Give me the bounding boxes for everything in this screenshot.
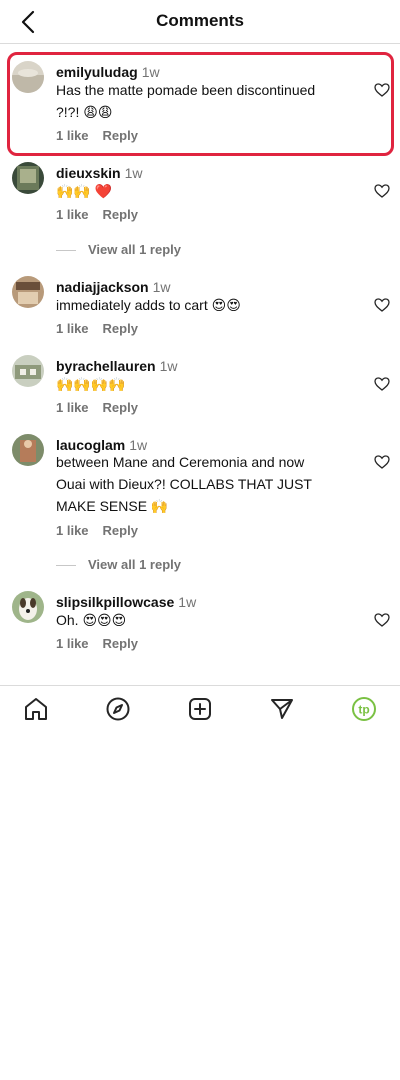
comment-text: 🙌🙌🙌🙌 [56, 373, 346, 395]
likes-count[interactable]: 1 like [56, 128, 89, 143]
comment-username[interactable]: nadiajjackson 1w [56, 279, 171, 295]
comment-text: Oh. 😍😍😍 [56, 609, 346, 631]
avatar[interactable] [12, 434, 44, 466]
comment-text: between Mane and Ceremonia and now Ouai … [56, 451, 346, 517]
heart-icon[interactable] [374, 376, 390, 392]
view-replies-button[interactable]: View all 1 reply [56, 557, 181, 572]
comment-time: 1w [159, 358, 178, 374]
home-icon[interactable] [23, 696, 49, 722]
heart-icon[interactable] [374, 454, 390, 470]
create-icon[interactable] [187, 696, 213, 722]
comment-time: 1w [178, 594, 197, 610]
comment-text: Has the matte pomade been discontinued ?… [56, 79, 346, 123]
comment-username[interactable]: slipsilkpillowcase 1w [56, 594, 196, 610]
comment-text: immediately adds to cart 😍😍 [56, 294, 346, 316]
comment-text-line: 🙌🙌 ❤️ [56, 183, 113, 199]
page-title: Comments [156, 11, 244, 30]
reply-button[interactable]: Reply [103, 321, 138, 336]
avatar[interactable] [12, 355, 44, 387]
avatar[interactable] [12, 276, 44, 308]
reply-button[interactable]: Reply [103, 523, 138, 538]
likes-count[interactable]: 1 like [56, 400, 89, 415]
comment-text-line: immediately adds to cart 😍😍 [56, 297, 241, 313]
bottom-tab-bar: tp [0, 685, 400, 733]
heart-icon[interactable] [374, 183, 390, 199]
comment-actions: 1 like Reply [56, 128, 152, 143]
likes-count[interactable]: 1 like [56, 321, 89, 336]
comment-time: 1w [152, 279, 171, 295]
comment-actions: 1 like Reply [56, 207, 152, 222]
avatar[interactable] [12, 591, 44, 623]
reply-button[interactable]: Reply [103, 128, 138, 143]
likes-count[interactable]: 1 like [56, 207, 89, 222]
comment-text-line: ?!?! 😩😩 [56, 104, 113, 120]
explore-icon[interactable] [105, 696, 131, 722]
reply-button[interactable]: Reply [103, 636, 138, 651]
comment-actions: 1 like Reply [56, 321, 152, 336]
comment-text-line: Ouai with Dieux?! COLLABS THAT JUST [56, 476, 312, 492]
reply-button[interactable]: Reply [103, 207, 138, 222]
username[interactable]: nadiajjackson [56, 279, 149, 295]
comment-text-line: 🙌🙌🙌🙌 [56, 376, 126, 392]
comment-text-line: Oh. 😍😍😍 [56, 612, 127, 628]
heart-icon[interactable] [374, 82, 390, 98]
comment-actions: 1 like Reply [56, 636, 152, 651]
comment-text-line: Has the matte pomade been discontinued [56, 82, 316, 98]
reply-button[interactable]: Reply [103, 400, 138, 415]
comment-text-line: between Mane and Ceremonia and now [56, 454, 305, 470]
profile-initials: tp [358, 703, 369, 717]
username[interactable]: emilyuludag [56, 64, 138, 80]
comment-time: 1w [124, 165, 143, 181]
comment-text-line: MAKE SENSE 🙌 [56, 498, 169, 514]
profile-icon[interactable]: tp [351, 696, 377, 722]
comment-username[interactable]: emilyuludag 1w [56, 64, 160, 80]
comment-text: 🙌🙌 ❤️ [56, 180, 346, 202]
comment-actions: 1 like Reply [56, 523, 152, 538]
comment-username[interactable]: dieuxskin 1w [56, 165, 143, 181]
comment-time: 1w [141, 64, 160, 80]
username[interactable]: byrachellauren [56, 358, 156, 374]
comment-actions: 1 like Reply [56, 400, 152, 415]
direct-icon[interactable] [269, 696, 295, 722]
likes-count[interactable]: 1 like [56, 523, 89, 538]
header: Comments [0, 0, 400, 44]
comment-username[interactable]: byrachellauren 1w [56, 358, 178, 374]
heart-icon[interactable] [374, 612, 390, 628]
likes-count[interactable]: 1 like [56, 636, 89, 651]
username[interactable]: slipsilkpillowcase [56, 594, 174, 610]
view-replies-button[interactable]: View all 1 reply [56, 242, 181, 257]
avatar[interactable] [12, 162, 44, 194]
heart-icon[interactable] [374, 297, 390, 313]
username[interactable]: dieuxskin [56, 165, 121, 181]
avatar[interactable] [12, 61, 44, 93]
